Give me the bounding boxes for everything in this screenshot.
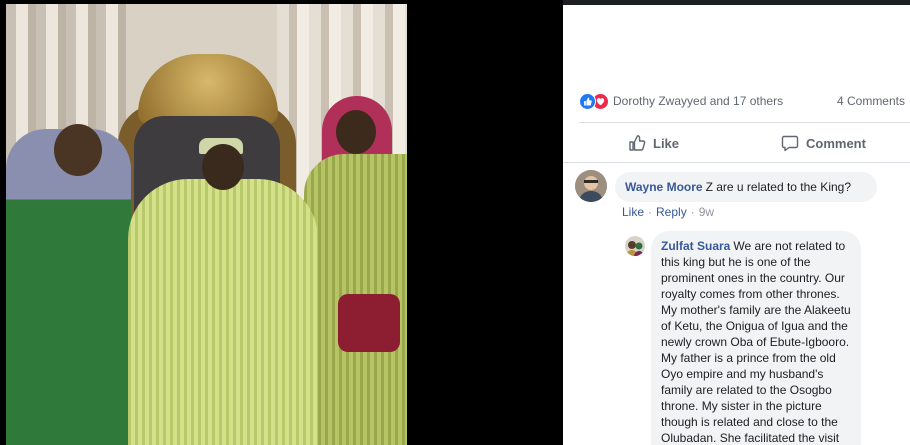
reply-item: Zulfat Suara We are not related to this k… bbox=[563, 0, 910, 445]
reply-text: We are not related to this king but he i… bbox=[661, 239, 851, 445]
reply-bubble: Zulfat Suara We are not related to this k… bbox=[651, 231, 861, 445]
person-left bbox=[6, 129, 131, 445]
person-right-head bbox=[336, 110, 376, 154]
reply-author[interactable]: Zulfat Suara bbox=[661, 239, 730, 253]
avatar-photo bbox=[625, 236, 645, 256]
handbag bbox=[338, 294, 400, 352]
person-center-head bbox=[202, 144, 244, 190]
person-center bbox=[128, 179, 318, 445]
like-icon bbox=[579, 92, 596, 110]
post-photo[interactable] bbox=[6, 4, 407, 445]
throne-crest bbox=[138, 54, 278, 124]
person-left-head bbox=[54, 124, 102, 176]
post-side-panel: Dorothy Zwayyed and 17 others 4 Comments… bbox=[563, 0, 910, 445]
reply-avatar[interactable] bbox=[625, 236, 645, 256]
photo-viewer bbox=[0, 0, 563, 445]
